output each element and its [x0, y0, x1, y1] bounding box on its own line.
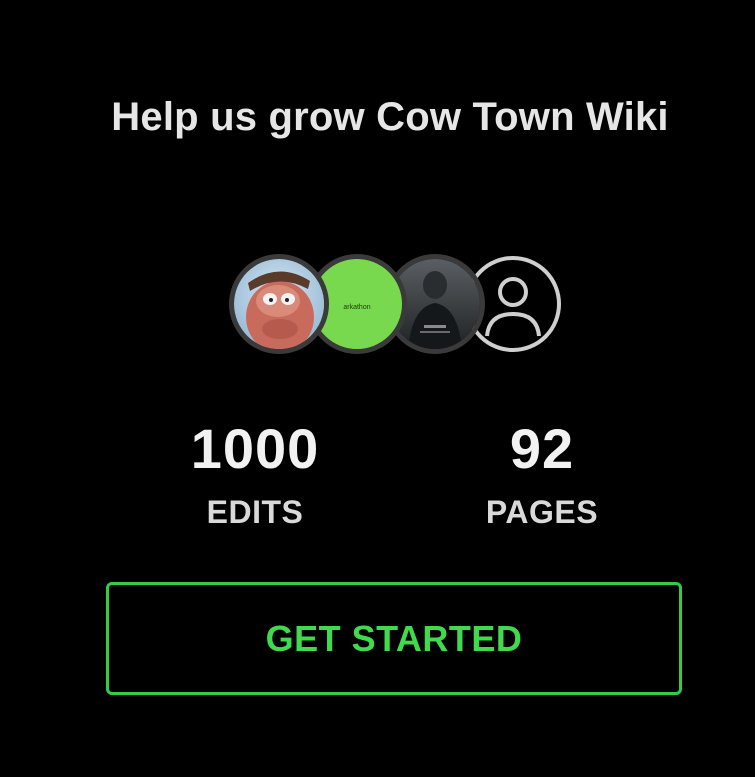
wiki-promo-card: Help us grow Cow Town Wiki arkathon 1000… — [0, 0, 755, 777]
user-avatar-cartoon[interactable] — [229, 254, 329, 354]
contributor-avatars: arkathon — [229, 254, 561, 364]
edits-label: EDITS — [206, 494, 304, 530]
pages-label: PAGES — [485, 494, 599, 530]
edits-count: 1000 — [190, 417, 320, 480]
get-started-button[interactable]: GET STARTED — [106, 582, 682, 695]
edits-stat: 1000 EDITS — [150, 417, 360, 531]
pages-stat: 92 PAGES — [437, 417, 647, 531]
card-title: Help us grow Cow Town Wiki — [111, 95, 669, 139]
pages-count: 92 — [509, 417, 575, 480]
wiki-stats: 1000 EDITS 92 PAGES — [150, 418, 630, 538]
